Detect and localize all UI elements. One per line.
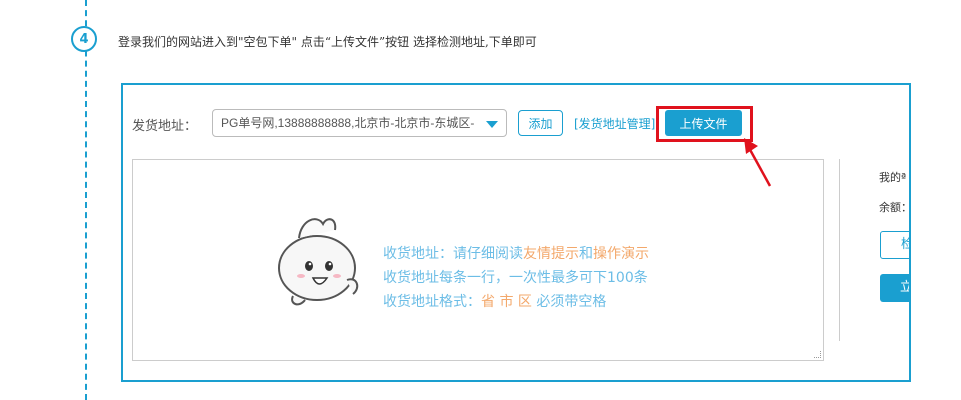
red-arrow-icon	[744, 138, 772, 187]
mascot-illustration	[278, 218, 359, 306]
resize-grip-icon[interactable]	[814, 351, 821, 358]
hint-line-3-suffix: 必须带空格	[531, 294, 607, 310]
friendly-tips-link[interactable]: 友情提示	[523, 246, 579, 262]
address-select[interactable]: PG单号网,13888888888,北京市-北京市-东城区-	[212, 109, 507, 137]
hint-text-block: 收货地址：请仔细阅读友情提示和操作演示 收货地址每条一行，一次性最多可下100条…	[383, 242, 649, 314]
add-address-button[interactable]: 添加	[518, 110, 563, 136]
side-info-text: 我的ª	[879, 171, 907, 184]
hint-line-3-highlight: 省 市 区	[481, 294, 532, 310]
check-button[interactable]: 检	[880, 231, 909, 259]
address-manage-link[interactable]: [发货地址管理]	[574, 115, 655, 132]
hint-line-3: 收货地址格式：省 市 区 必须带空格	[383, 290, 649, 314]
hint-line-3-prefix: 收货地址格式：	[383, 294, 481, 310]
hint-line-1-mid: 和	[579, 246, 593, 262]
address-label: 发货地址：	[132, 119, 198, 134]
hint-line-2: 收货地址每条一行，一次性最多可下100条	[383, 270, 648, 286]
address-select-value: PG单号网,13888888888,北京市-北京市-东城区-	[221, 116, 475, 130]
side-divider	[839, 159, 840, 341]
step-timeline-line	[85, 0, 87, 400]
hint-line-1-prefix: 收货地址：请仔细阅读	[383, 246, 523, 262]
order-panel: 发货地址： PG单号网,13888888888,北京市-北京市-东城区- 添加 …	[121, 83, 911, 382]
balance-label: 余额：	[879, 201, 911, 214]
step-number-badge: 4	[71, 26, 97, 52]
submit-button[interactable]: 立	[880, 274, 909, 302]
upload-file-button[interactable]: 上传文件	[665, 110, 742, 136]
chevron-down-icon	[486, 121, 498, 128]
hint-line-1: 收货地址：请仔细阅读友情提示和操作演示	[383, 242, 649, 266]
address-textarea[interactable]: 收货地址：请仔细阅读友情提示和操作演示 收货地址每条一行，一次性最多可下100条…	[132, 159, 824, 361]
operation-demo-link[interactable]: 操作演示	[593, 246, 649, 262]
step-instruction: 登录我们的网站进入到"空包下单" 点击“上传文件”按钮 选择检测地址,下单即可	[118, 35, 537, 49]
